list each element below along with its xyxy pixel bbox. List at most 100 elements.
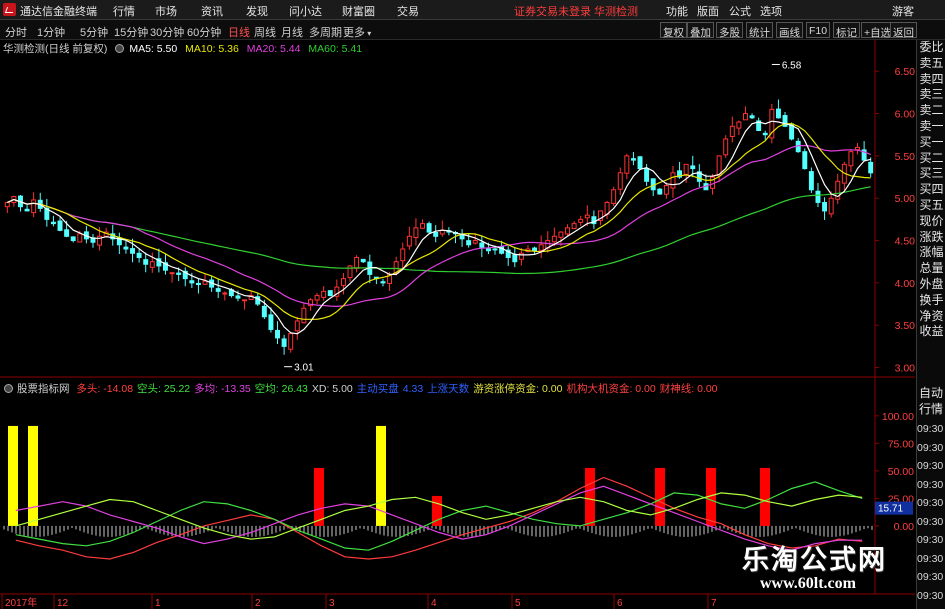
price-tick-label: 3.00 <box>895 363 916 375</box>
candle-body <box>558 231 564 238</box>
time-column: 09:30 09:30 09:30 09:30 09:30 09:30 09:30 09:30… <box>916 420 945 609</box>
candle-body <box>420 223 425 229</box>
time-label-8: 09:30 <box>917 571 944 583</box>
candle-body <box>485 248 491 252</box>
candle-body <box>50 221 56 225</box>
candle-body <box>663 185 669 195</box>
candle-body <box>149 261 155 268</box>
candle-body <box>815 190 821 203</box>
x-axis-label: 2017年 <box>5 596 37 609</box>
candle-body <box>222 292 228 295</box>
time-label-7: 09:30 <box>917 552 944 565</box>
low-marker-label: 3.01 <box>294 363 314 374</box>
indicator-tick-label: 75.00 <box>888 438 914 450</box>
candle-body <box>24 208 30 212</box>
candle-body <box>400 248 406 262</box>
time-label-6: 09:30 <box>917 534 944 546</box>
candle-body <box>31 199 37 214</box>
time-label-3: 09:30 <box>917 478 944 491</box>
candle-body <box>202 280 208 285</box>
candle-body <box>551 235 557 243</box>
candle-body <box>459 234 465 240</box>
candle-body <box>749 115 755 119</box>
candle-body <box>690 165 696 170</box>
candle-body <box>637 156 643 170</box>
time-label-10: 09:30 <box>916 605 945 609</box>
candle-body <box>314 295 320 301</box>
candle-body <box>413 227 419 239</box>
candle-body <box>512 254 518 263</box>
signal-bar <box>28 425 38 526</box>
x-axis-label: 5 <box>515 598 521 609</box>
side-label-2: 卖四 <box>919 71 944 86</box>
chart-canvas[interactable]: 3.00 3.50 4.00 4.50 5.00 5.50 6.00 6.50 6.58 3.01… <box>0 0 945 609</box>
candle-body <box>380 281 386 284</box>
side-label-7: 买二 <box>919 150 944 165</box>
candle-body <box>775 108 781 119</box>
price-tick-label: 5.50 <box>895 151 916 163</box>
watermark: 乐淘公式网 www.60lt.com <box>742 538 902 593</box>
x-axis-label: 12 <box>57 598 69 609</box>
candle-body <box>466 240 472 246</box>
time-label-9: 09:30 <box>917 589 944 602</box>
candle-body <box>518 252 524 260</box>
x-axis-label: 1 <box>155 598 161 609</box>
candle-body <box>235 295 241 299</box>
x-axis-label: 6 <box>617 598 623 609</box>
candle-body <box>136 252 142 258</box>
x-axis-label: 7 <box>711 598 717 609</box>
candle-body <box>472 240 478 244</box>
side-label-4: 卖二 <box>919 103 944 118</box>
side-label-15: 外盘 <box>919 276 944 291</box>
candle-body <box>617 172 623 190</box>
ma10-line <box>7 123 871 320</box>
candle-body <box>64 229 70 237</box>
time-label-5: 09:30 <box>917 515 944 528</box>
ma20-line <box>7 144 871 308</box>
watermark-title: 乐淘公式网 <box>742 545 887 576</box>
candle-body <box>288 333 294 350</box>
signal-bar <box>760 467 770 526</box>
candle-body <box>723 138 729 156</box>
candle-body <box>538 244 544 251</box>
candle-body <box>301 307 307 324</box>
side-label-11: 现价 <box>919 213 944 228</box>
price-tick-label: 4.00 <box>895 278 916 290</box>
ma5-line <box>7 120 871 335</box>
candle-body <box>354 256 360 269</box>
candle-body <box>195 282 201 286</box>
candle-body <box>571 223 577 230</box>
signal-bar <box>585 467 595 526</box>
candle-body <box>327 290 333 297</box>
candle-body <box>281 338 287 347</box>
candle-body <box>321 290 327 298</box>
candle-body <box>4 201 10 208</box>
candle-body <box>828 197 834 215</box>
candle-body <box>261 305 267 318</box>
auto-quote-label[interactable]: 自动行情 <box>919 385 943 417</box>
side-label-17: 净资 <box>919 308 944 323</box>
candle-body <box>77 233 83 243</box>
candle-body <box>340 278 346 286</box>
indicator-tick-label: 50.00 <box>888 466 914 478</box>
side-label-10: 买五 <box>919 197 944 212</box>
candle-body <box>578 218 584 223</box>
candle-body <box>743 113 748 121</box>
candle-body <box>492 248 498 251</box>
candle-body <box>868 161 874 174</box>
price-tick-label: 6.00 <box>895 109 916 121</box>
side-label-16: 换手 <box>919 292 944 307</box>
price-tick-label: 5.00 <box>895 193 916 205</box>
candle-body <box>275 329 280 339</box>
candle-body <box>565 227 571 235</box>
time-label-0: 09:30 <box>917 423 944 435</box>
side-label-5: 卖一 <box>919 118 944 133</box>
side-label-0: 委比 <box>919 40 944 54</box>
time-label-2: 09:30 <box>917 460 944 472</box>
candle-body <box>729 125 735 137</box>
candle-body <box>657 188 663 195</box>
candle-body <box>670 172 676 189</box>
side-label-6: 买一 <box>919 134 944 149</box>
time-label-4: 09:30 <box>917 497 944 509</box>
signal-bar <box>314 467 324 526</box>
